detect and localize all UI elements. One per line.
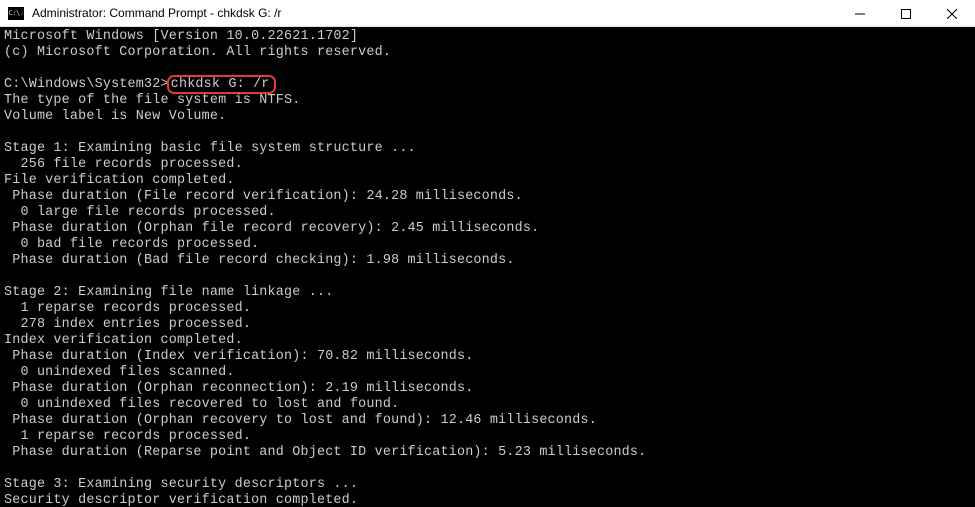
terminal-line: Phase duration (Reparse point and Object… xyxy=(4,445,646,460)
terminal-prompt: C:\Windows\System32> xyxy=(4,77,169,92)
terminal-line: Phase duration (File record verification… xyxy=(4,189,523,204)
terminal-line: Phase duration (Orphan file record recov… xyxy=(4,221,539,236)
terminal-output[interactable]: Microsoft Windows [Version 10.0.22621.17… xyxy=(0,27,975,507)
terminal-line: Phase duration (Orphan reconnection): 2.… xyxy=(4,381,473,396)
terminal-line: 0 bad file records processed. xyxy=(4,237,259,252)
terminal-line: 1 reparse records processed. xyxy=(4,429,251,444)
maximize-button[interactable] xyxy=(883,0,929,27)
window-titlebar: C:\. Administrator: Command Prompt - chk… xyxy=(0,0,975,27)
terminal-line: Stage 2: Examining file name linkage ... xyxy=(4,285,333,300)
terminal-line: 278 index entries processed. xyxy=(4,317,251,332)
terminal-line: 1 reparse records processed. xyxy=(4,301,251,316)
close-button[interactable] xyxy=(929,0,975,27)
terminal-line: Phase duration (Orphan recovery to lost … xyxy=(4,413,597,428)
app-icon: C:\. xyxy=(8,7,24,20)
highlighted-command: chkdsk G: /r xyxy=(167,75,276,94)
terminal-line: File verification completed. xyxy=(4,173,235,188)
minimize-button[interactable] xyxy=(837,0,883,27)
terminal-line: Security descriptor verification complet… xyxy=(4,493,358,507)
terminal-line: (c) Microsoft Corporation. All rights re… xyxy=(4,45,391,60)
terminal-line: 0 large file records processed. xyxy=(4,205,276,220)
app-icon-text: C:\. xyxy=(9,10,24,17)
terminal-line: Phase duration (Bad file record checking… xyxy=(4,253,515,268)
terminal-line: Stage 1: Examining basic file system str… xyxy=(4,141,416,156)
terminal-line: Microsoft Windows [Version 10.0.22621.17… xyxy=(4,29,358,44)
terminal-line: 0 unindexed files scanned. xyxy=(4,365,235,380)
terminal-line: Phase duration (Index verification): 70.… xyxy=(4,349,473,364)
terminal-line: Index verification completed. xyxy=(4,333,243,348)
terminal-line: Stage 3: Examining security descriptors … xyxy=(4,477,358,492)
terminal-line: 256 file records processed. xyxy=(4,157,243,172)
window-controls xyxy=(837,0,975,26)
terminal-line: The type of the file system is NTFS. xyxy=(4,93,301,108)
terminal-line: 0 unindexed files recovered to lost and … xyxy=(4,397,399,412)
terminal-line: Volume label is New Volume. xyxy=(4,109,226,124)
window-title: Administrator: Command Prompt - chkdsk G… xyxy=(32,6,837,20)
